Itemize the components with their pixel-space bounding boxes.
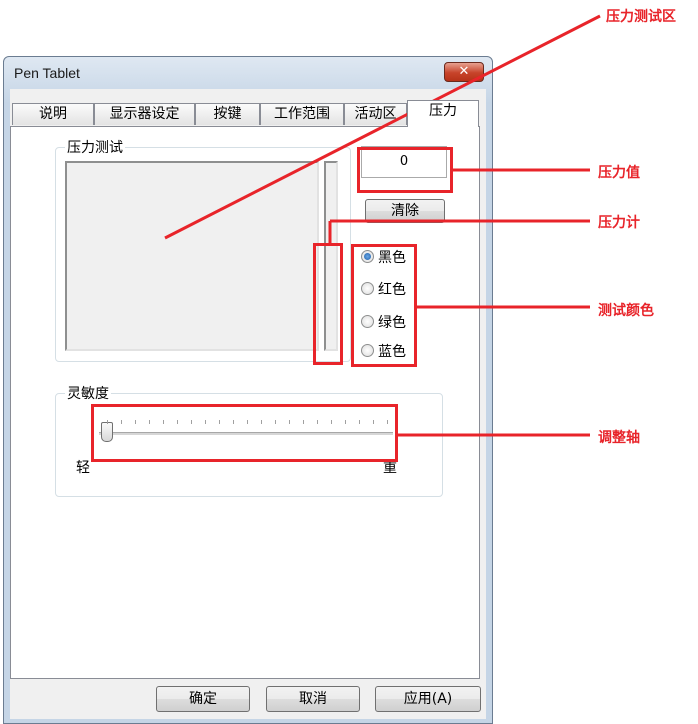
annotation-leader-lines xyxy=(164,14,601,437)
leader-line-test-area xyxy=(164,14,601,240)
annotation-label-meter: 压力计 xyxy=(598,215,640,231)
annotation-label-colors: 测试颜色 xyxy=(598,303,654,319)
annotation-label-test-area: 压力测试区 xyxy=(606,9,676,25)
annotation-label-slider: 调整轴 xyxy=(598,430,640,446)
tab-pressure[interactable]: 压力 xyxy=(407,100,479,127)
annotation-label-value: 压力值 xyxy=(598,165,640,181)
